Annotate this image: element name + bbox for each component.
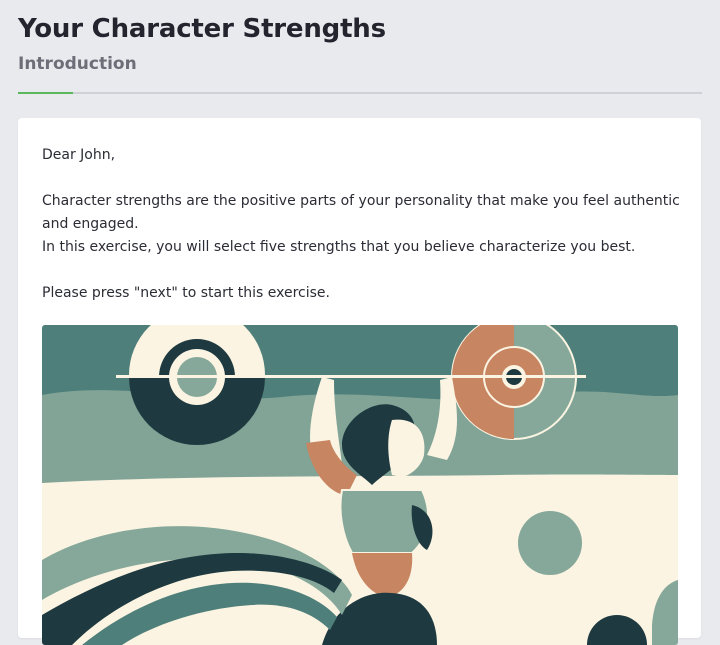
paragraph-next-prompt: Please press "next" to start this exerci… <box>42 285 330 301</box>
progress-bar-fill <box>18 92 73 94</box>
page-header: Your Character Strengths Introduction <box>18 12 702 94</box>
section-subtitle: Introduction <box>18 54 137 74</box>
weightlifter-image <box>42 325 678 645</box>
progress-bar <box>18 92 702 94</box>
weightlifter-illustration <box>42 325 678 645</box>
paragraph-instructions: In this exercise, you will select five s… <box>42 239 636 255</box>
greeting-text: Dear John, <box>42 147 116 163</box>
intro-text: Dear John, Character strengths are the p… <box>42 144 682 305</box>
content-card: Dear John, Character strengths are the p… <box>18 118 701 645</box>
page-title: Your Character Strengths <box>18 14 386 44</box>
paragraph-description: Character strengths are the positive par… <box>42 193 680 232</box>
